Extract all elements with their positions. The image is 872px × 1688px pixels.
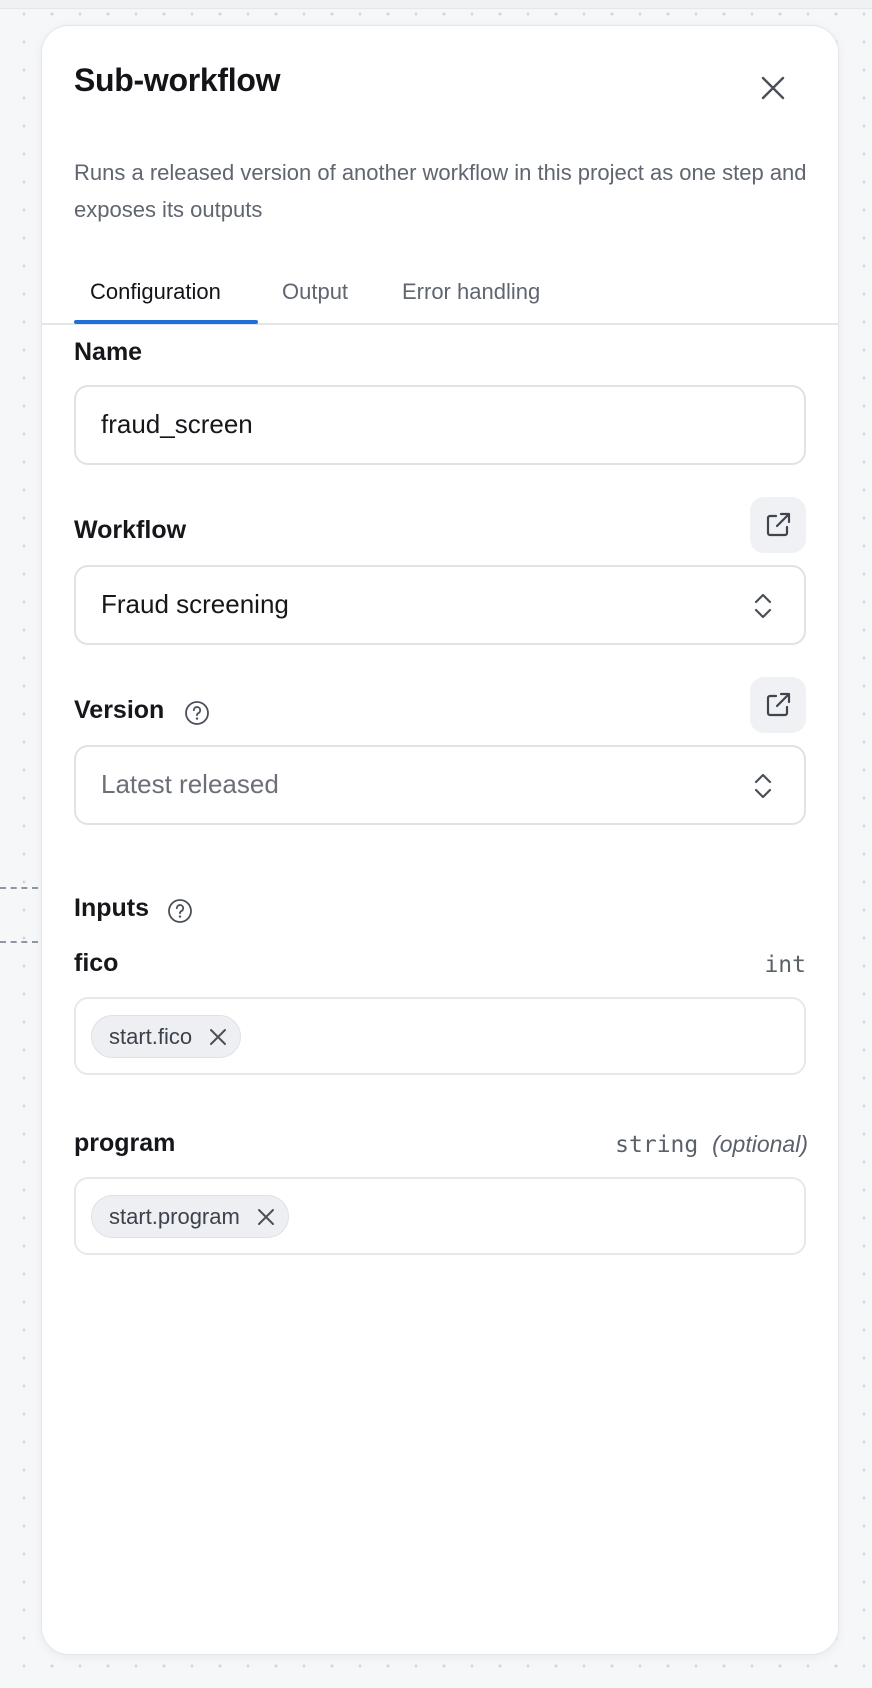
- input-type-label: int: [764, 952, 806, 978]
- name-label: Name: [74, 338, 143, 366]
- remove-chip-button[interactable]: [254, 1205, 278, 1229]
- inputs-label: Inputs: [74, 894, 149, 922]
- tab-label: Output: [282, 279, 349, 304]
- canvas-top-bar: [0, 0, 872, 9]
- close-icon: [257, 1208, 274, 1225]
- active-tab-indicator: [74, 320, 258, 324]
- tab-label: Configuration: [90, 279, 221, 304]
- panel-description: Runs a released version of another workf…: [74, 160, 807, 222]
- input-type: int: [764, 952, 806, 978]
- input-mapping-field[interactable]: start.fico: [74, 997, 806, 1075]
- version-select-value: Latest released: [101, 769, 279, 799]
- close-button[interactable]: [753, 68, 793, 108]
- input-chip[interactable]: start.fico: [91, 1015, 242, 1058]
- close-icon: [761, 76, 785, 100]
- help-circle-icon[interactable]: [184, 700, 210, 726]
- open-workflow-button[interactable]: [750, 497, 806, 553]
- panel-title: Sub-workflow: [74, 62, 281, 98]
- name-input[interactable]: fraud_screen: [74, 385, 806, 465]
- external-link-icon: [766, 512, 791, 537]
- connector-line: [0, 941, 38, 943]
- workflow-select[interactable]: Fraud screening: [74, 565, 806, 645]
- open-version-button[interactable]: [750, 677, 806, 733]
- input-name: program: [74, 1129, 176, 1157]
- optional-label: (optional): [712, 1131, 808, 1157]
- input-mapping-field[interactable]: start.program: [74, 1177, 806, 1255]
- help-circle-icon[interactable]: [167, 898, 193, 924]
- remove-chip-button[interactable]: [206, 1025, 230, 1049]
- external-link-icon: [766, 692, 791, 717]
- version-select[interactable]: Latest released: [74, 745, 806, 825]
- tab-label: Error handling: [402, 279, 541, 304]
- workflow-label: Workflow: [74, 516, 187, 544]
- tab-bar: Configuration Output Error handling: [42, 271, 838, 325]
- chevron-up-down-icon: [754, 593, 772, 619]
- chevron-up-down-icon: [754, 773, 772, 799]
- chip-label: start.fico: [109, 1023, 193, 1049]
- input-name: fico: [74, 949, 119, 977]
- name-input-value: fraud_screen: [101, 409, 253, 439]
- close-icon: [210, 1028, 227, 1045]
- input-type-label: string: [615, 1132, 699, 1158]
- connector-line: [0, 887, 38, 889]
- workflow-select-value: Fraud screening: [101, 589, 289, 619]
- input-chip[interactable]: start.program: [91, 1195, 289, 1238]
- sub-workflow-config-panel: Sub-workflow Runs a released version of …: [41, 25, 839, 1655]
- input-type: string (optional): [615, 1131, 808, 1158]
- version-label: Version: [74, 696, 165, 724]
- chip-label: start.program: [109, 1203, 240, 1229]
